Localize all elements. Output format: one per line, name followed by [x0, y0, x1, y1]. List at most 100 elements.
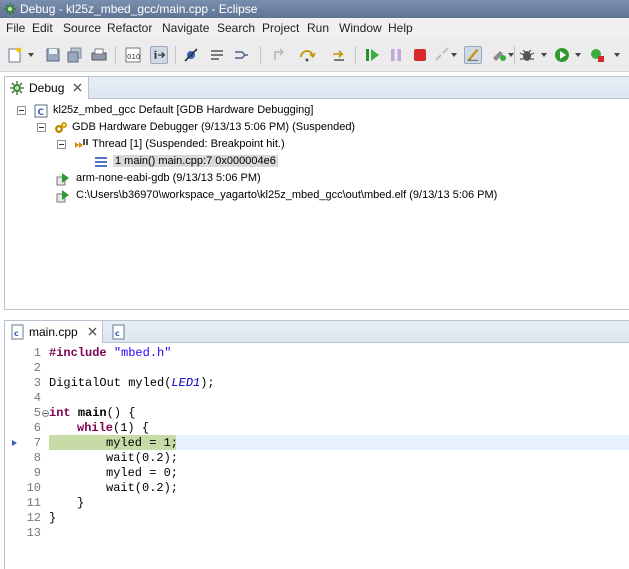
toolbar-separator	[355, 46, 356, 64]
code-text: }	[49, 511, 57, 525]
run-icon[interactable]	[553, 46, 571, 64]
code-text: wait(0.2);	[106, 451, 179, 465]
menu-refactor[interactable]: Refactor	[107, 21, 152, 35]
line-number: 3	[33, 376, 41, 390]
code-line[interactable]: #include "mbed.h"	[49, 346, 171, 361]
string-literal: "mbed.h"	[113, 346, 172, 360]
tab-main-cpp[interactable]: c main.cpp	[5, 321, 103, 343]
line-number: 1	[33, 346, 41, 360]
step-over-instruction-icon[interactable]	[330, 46, 348, 64]
code-text: myled = 1;	[106, 436, 179, 450]
code-text: myled = 0;	[106, 466, 179, 480]
run-dropdown-icon[interactable]	[575, 53, 581, 57]
terminate-icon[interactable]	[411, 46, 429, 64]
line-number: 12	[26, 511, 41, 525]
tree-row-label: arm-none-eabi-gdb (9/13/13 5:06 PM)	[76, 172, 261, 184]
tree-row-launch[interactable]: C kl25z_mbed_gcc Default [GDB Hardware D…	[5, 103, 629, 119]
stack-frame-icon	[95, 157, 107, 167]
fold-toggle-icon[interactable]	[42, 410, 49, 417]
skip-breakpoints-icon[interactable]	[182, 46, 200, 64]
line-number: 7	[33, 436, 41, 450]
debug-perspective-icon	[4, 3, 16, 15]
save-all-icon[interactable]	[66, 46, 84, 64]
code-text: DigitalOut myled(	[49, 376, 172, 390]
menu-run[interactable]: Run	[307, 21, 329, 35]
collapse-toggle-icon[interactable]	[17, 106, 26, 115]
close-icon[interactable]	[73, 83, 82, 92]
tab-debug-label: Debug	[29, 81, 65, 95]
code-line[interactable]: }	[77, 496, 84, 511]
code-line[interactable]: }	[49, 511, 56, 526]
collapse-toggle-icon[interactable]	[37, 123, 46, 132]
menu-search[interactable]: Search	[217, 21, 255, 35]
macro-identifier: LED1	[171, 376, 201, 390]
debug-bug-icon[interactable]	[518, 46, 536, 64]
tree-row-debugger[interactable]: GDB Hardware Debugger (9/13/13 5:06 PM) …	[5, 120, 629, 136]
menu-file[interactable]: File	[6, 21, 25, 35]
binary-build-icon[interactable]: 010	[124, 46, 142, 64]
line-number: 9	[33, 466, 41, 480]
code-line[interactable]: while(1) {	[77, 421, 149, 436]
code-line[interactable]: myled = 0;	[106, 466, 178, 481]
toggle-view-icon[interactable]	[208, 46, 226, 64]
tree-row-gdb-process[interactable]: arm-none-eabi-gdb (9/13/13 5:06 PM)	[5, 171, 629, 187]
step-return-disabled-icon	[274, 48, 285, 60]
tree-row-label: kl25z_mbed_gcc Default [GDB Hardware Deb…	[53, 104, 314, 116]
print-icon[interactable]	[90, 46, 108, 64]
thread-suspended-icon	[75, 139, 88, 148]
code-text: }	[77, 496, 85, 510]
menu-project[interactable]: Project	[262, 21, 299, 35]
cpp-file-icon: c	[11, 324, 24, 340]
tab-debug[interactable]: Debug	[5, 77, 89, 99]
code-text: );	[200, 376, 215, 390]
collapse-toggle-icon[interactable]	[57, 140, 66, 149]
new-dropdown-icon[interactable]	[28, 53, 34, 57]
line-number: 4	[33, 391, 41, 405]
menu-navigate[interactable]: Navigate	[162, 21, 209, 35]
external-tools-icon[interactable]	[489, 46, 507, 64]
code-line[interactable]: wait(0.2);	[106, 481, 178, 496]
menu-edit[interactable]: Edit	[32, 21, 53, 35]
resume-icon[interactable]	[363, 46, 381, 64]
disconnect-dropdown-icon[interactable]	[451, 53, 457, 57]
code-text: () {	[106, 406, 136, 420]
close-icon[interactable]	[88, 327, 97, 336]
menu-help[interactable]: Help	[388, 21, 413, 35]
svg-text:c: c	[115, 329, 120, 338]
save-icon[interactable]	[44, 46, 62, 64]
keyword: int	[49, 406, 71, 420]
disconnect-icon	[435, 47, 449, 61]
tree-row-elf-process[interactable]: C:\Users\b36970\workspace_yagarto\kl25z_…	[5, 188, 629, 204]
tree-row-stack-frame[interactable]: 1 main() main.cpp:7 0x000004e6	[93, 154, 278, 170]
svg-text:c: c	[14, 329, 19, 338]
code-line-current[interactable]: myled = 1;	[106, 436, 178, 451]
run-external-tool-dropdown-icon[interactable]	[614, 53, 620, 57]
suspend-icon[interactable]	[387, 46, 405, 64]
toolbar-separator	[175, 46, 176, 64]
preprocessor-directive: #include	[49, 346, 107, 360]
run-external-tool-icon[interactable]	[588, 46, 606, 64]
toolbar-separator	[115, 46, 116, 64]
process-icon	[56, 190, 69, 203]
code-text: (1) {	[113, 421, 150, 435]
instruction-stepping-mode-icon[interactable]	[464, 46, 482, 64]
connect-icon[interactable]	[232, 46, 250, 64]
menu-source[interactable]: Source	[63, 21, 101, 35]
c-file-icon[interactable]: c	[111, 324, 127, 340]
tree-row-thread[interactable]: Thread [1] (Suspended: Breakpoint hit.)	[5, 137, 629, 153]
step-into-instruction-icon[interactable]: i	[150, 46, 168, 64]
debug-dropdown-icon[interactable]	[541, 53, 547, 57]
code-line[interactable]: DigitalOut myled(LED1);	[49, 376, 215, 391]
menu-window[interactable]: Window	[339, 21, 382, 35]
toolbar-separator	[260, 46, 261, 64]
code-line[interactable]: wait(0.2);	[106, 451, 178, 466]
new-icon[interactable]	[6, 46, 24, 64]
code-line[interactable]: int main() {	[49, 406, 135, 421]
line-number: 13	[26, 526, 41, 540]
line-number: 5	[33, 406, 41, 420]
step-over-icon[interactable]	[298, 46, 316, 64]
svg-text:i: i	[154, 51, 158, 62]
tree-row-label: Thread [1] (Suspended: Breakpoint hit.)	[92, 138, 285, 150]
tree-row-label: GDB Hardware Debugger (9/13/13 5:06 PM) …	[72, 121, 356, 133]
window-title-bar: Debug - kl25z_mbed_gcc/main.cpp - Eclips…	[0, 0, 629, 18]
